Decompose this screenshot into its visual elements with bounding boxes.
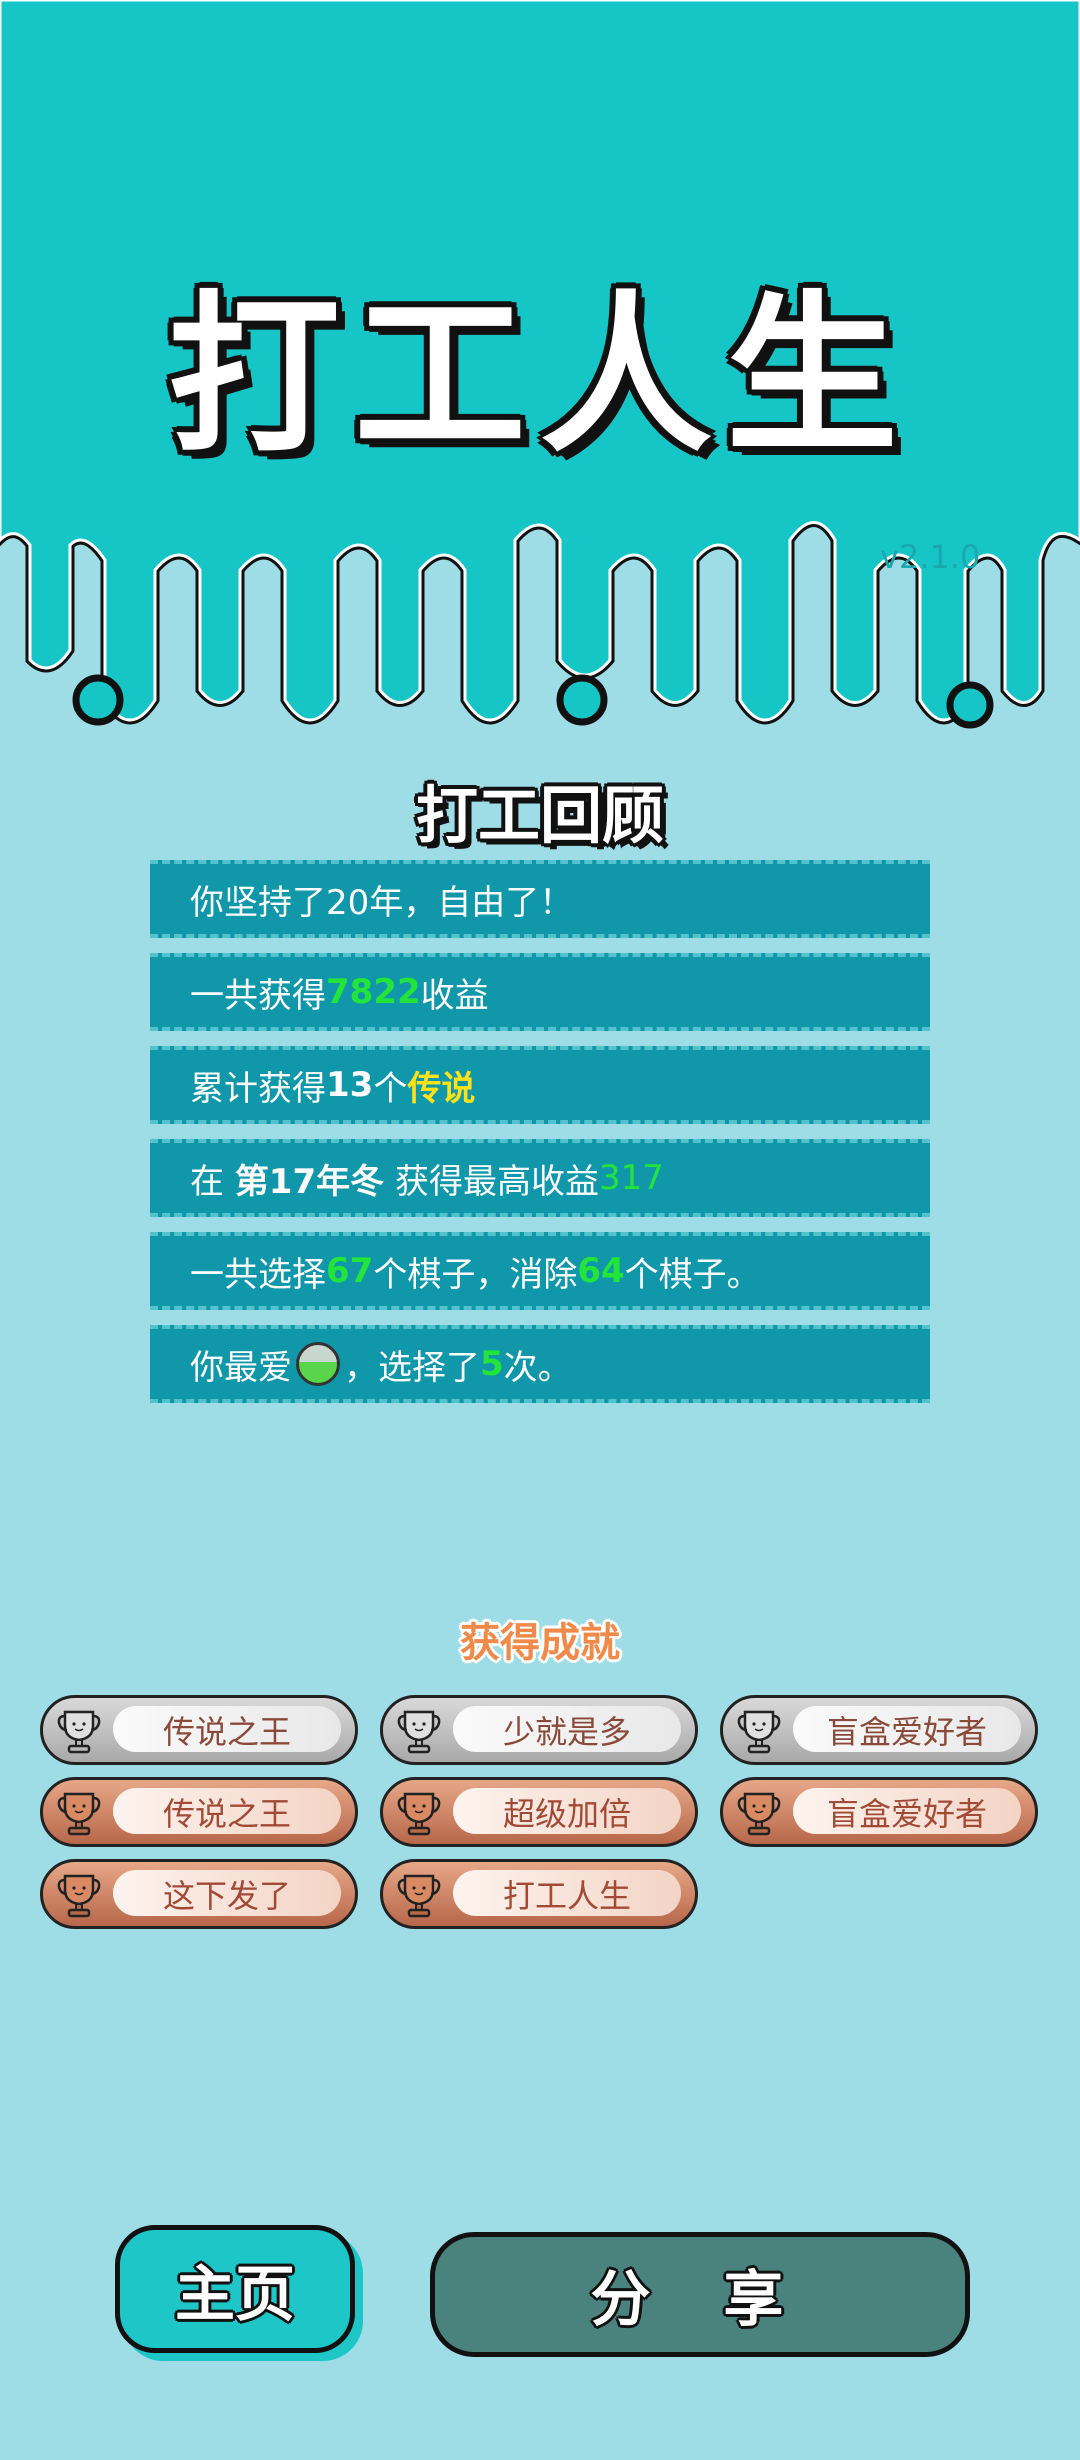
achievements-title: 获得成就: [460, 1620, 620, 1666]
stat-text: 次。: [503, 1347, 572, 1388]
stat-text: ，选择了: [344, 1347, 480, 1388]
trophy-icon: [397, 1710, 441, 1754]
achievement-badge[interactable]: 传说之王: [40, 1777, 358, 1847]
achievement-badge[interactable]: 这下发了: [40, 1859, 358, 1929]
achievement-label: 盲盒爱好者: [826, 1713, 987, 1751]
achievement-badge[interactable]: 打工人生: [380, 1859, 698, 1929]
achievement-label: 少就是多: [502, 1713, 631, 1751]
achievement-label: 盲盒爱好者: [826, 1795, 987, 1833]
review-title: 打工回顾: [415, 779, 664, 852]
stat-text: 一共获得: [190, 975, 326, 1016]
stat-value: 第17年冬: [234, 1161, 385, 1202]
trophy-icon: [737, 1710, 781, 1754]
stat-text: 收益: [420, 975, 489, 1016]
stat-text: 个棋子。: [624, 1254, 761, 1295]
stat-row-best-income: 在 第17年冬 获得最高收益 317: [150, 1139, 930, 1217]
stat-value: 5: [480, 1344, 504, 1384]
achievement-badge[interactable]: 盲盒爱好者: [720, 1777, 1038, 1847]
home-button[interactable]: 主页: [115, 2225, 355, 2353]
stat-value: 64: [577, 1251, 625, 1291]
achievement-badge[interactable]: 盲盒爱好者: [720, 1695, 1038, 1765]
stat-row-years: 你坚持了20年，自由了！: [150, 860, 930, 938]
stat-value: 7822: [326, 972, 421, 1012]
stat-row-income: 一共获得 7822 收益: [150, 953, 930, 1031]
stat-value: 67: [326, 1251, 374, 1291]
stat-value: 13: [326, 1065, 374, 1105]
version-label: v2.1.0: [880, 538, 981, 576]
trophy-icon: [57, 1874, 101, 1918]
stat-value: 317: [598, 1158, 664, 1198]
stat-text: 获得最高收益: [384, 1161, 599, 1202]
trophy-icon: [397, 1792, 441, 1836]
stat-text: 在: [190, 1161, 235, 1202]
trophy-icon: [397, 1874, 441, 1918]
stat-row-legends: 累计获得 13 个传说: [150, 1046, 930, 1124]
achievement-badge[interactable]: 超级加倍: [380, 1777, 698, 1847]
achievement-label: 超级加倍: [502, 1795, 631, 1833]
game-title: 打工人生: [168, 275, 912, 476]
achievement-label: 这下发了: [162, 1877, 291, 1915]
trophy-icon: [737, 1792, 781, 1836]
green-monster-icon: [296, 1342, 340, 1386]
stat-text: 个: [373, 1068, 408, 1109]
stat-text: 你坚持了20年，自由了！: [190, 882, 574, 923]
achievement-label: 传说之王: [162, 1713, 291, 1751]
achievement-label: 传说之王: [162, 1795, 291, 1833]
trophy-icon: [57, 1792, 101, 1836]
stat-row-favorite: 你最爱 ，选择了 5 次。: [150, 1325, 930, 1403]
stat-text: 累计获得: [190, 1068, 326, 1109]
achievement-badge[interactable]: 传说之王: [40, 1695, 358, 1765]
stat-row-pieces: 一共选择 67 个棋子，消除 64 个棋子。: [150, 1232, 930, 1310]
stat-text: 你最爱: [190, 1347, 292, 1388]
stat-text: 一共选择: [190, 1254, 326, 1295]
share-button[interactable]: 分 享: [430, 2232, 970, 2357]
achievement-badge[interactable]: 少就是多: [380, 1695, 698, 1765]
stat-text: 个棋子，消除: [373, 1254, 578, 1295]
stat-value: 传说: [407, 1068, 476, 1109]
trophy-icon: [57, 1710, 101, 1754]
achievement-label: 打工人生: [502, 1877, 631, 1915]
